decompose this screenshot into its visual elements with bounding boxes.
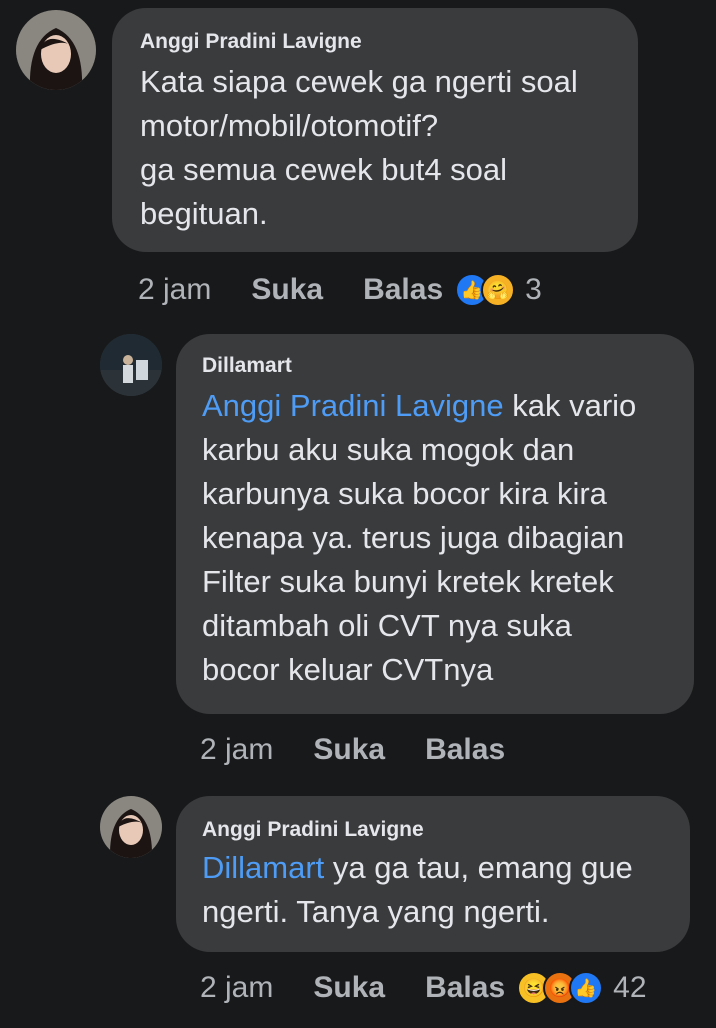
comment-author[interactable]: Dillamart — [202, 354, 668, 378]
comment-actions: 2 jam Suka Balas 😆 😡 👍 42 — [200, 968, 647, 1008]
avatar[interactable] — [100, 796, 162, 858]
comment-bubble: Dillamart Anggi Pradini Lavigne kak vari… — [176, 334, 694, 714]
comment-author[interactable]: Anggi Pradini Lavigne — [140, 30, 610, 54]
comment-body: kak vario karbu aku suka mogok dan karbu… — [202, 388, 637, 687]
comment-author[interactable]: Anggi Pradini Lavigne — [202, 818, 664, 842]
like-icon: 👍 — [569, 971, 604, 1005]
comment-time[interactable]: 2 jam — [138, 273, 211, 307]
comment-time[interactable]: 2 jam — [200, 971, 273, 1005]
comment-text: Dillamart ya ga tau, emang gue ngerti. T… — [202, 846, 664, 934]
comment-bubble: Anggi Pradini Lavigne Kata siapa cewek g… — [112, 8, 638, 252]
reaction-count[interactable]: 42 — [613, 971, 646, 1005]
mention-link[interactable]: Anggi Pradini Lavigne — [202, 388, 504, 423]
comment-time[interactable]: 2 jam — [200, 733, 273, 767]
profile-photo — [100, 796, 162, 858]
reply-button[interactable]: Balas — [363, 273, 443, 307]
care-icon: 🤗 — [481, 273, 516, 307]
comment-actions: 2 jam Suka Balas 👍 🤗 3 — [138, 270, 542, 310]
reply-button[interactable]: Balas — [425, 971, 505, 1005]
comment-text: Kata siapa cewek ga ngerti soal motor/mo… — [140, 64, 578, 231]
avatar[interactable] — [100, 334, 162, 396]
mention-link[interactable]: Dillamart — [202, 850, 324, 885]
profile-photo — [100, 334, 162, 396]
like-button[interactable]: Suka — [313, 971, 385, 1005]
like-button[interactable]: Suka — [313, 733, 385, 767]
comment-actions: 2 jam Suka Balas — [200, 730, 545, 770]
comment-text: Anggi Pradini Lavigne kak vario karbu ak… — [202, 384, 668, 692]
reaction-summary[interactable]: 😆 😡 👍 — [517, 971, 604, 1005]
like-button[interactable]: Suka — [251, 273, 323, 307]
avatar[interactable] — [16, 10, 96, 90]
reaction-count[interactable]: 3 — [525, 273, 542, 307]
reply-button[interactable]: Balas — [425, 733, 505, 767]
reaction-summary[interactable]: 👍 🤗 — [455, 273, 516, 307]
profile-photo — [16, 10, 96, 90]
comment-bubble: Anggi Pradini Lavigne Dillamart ya ga ta… — [176, 796, 690, 952]
